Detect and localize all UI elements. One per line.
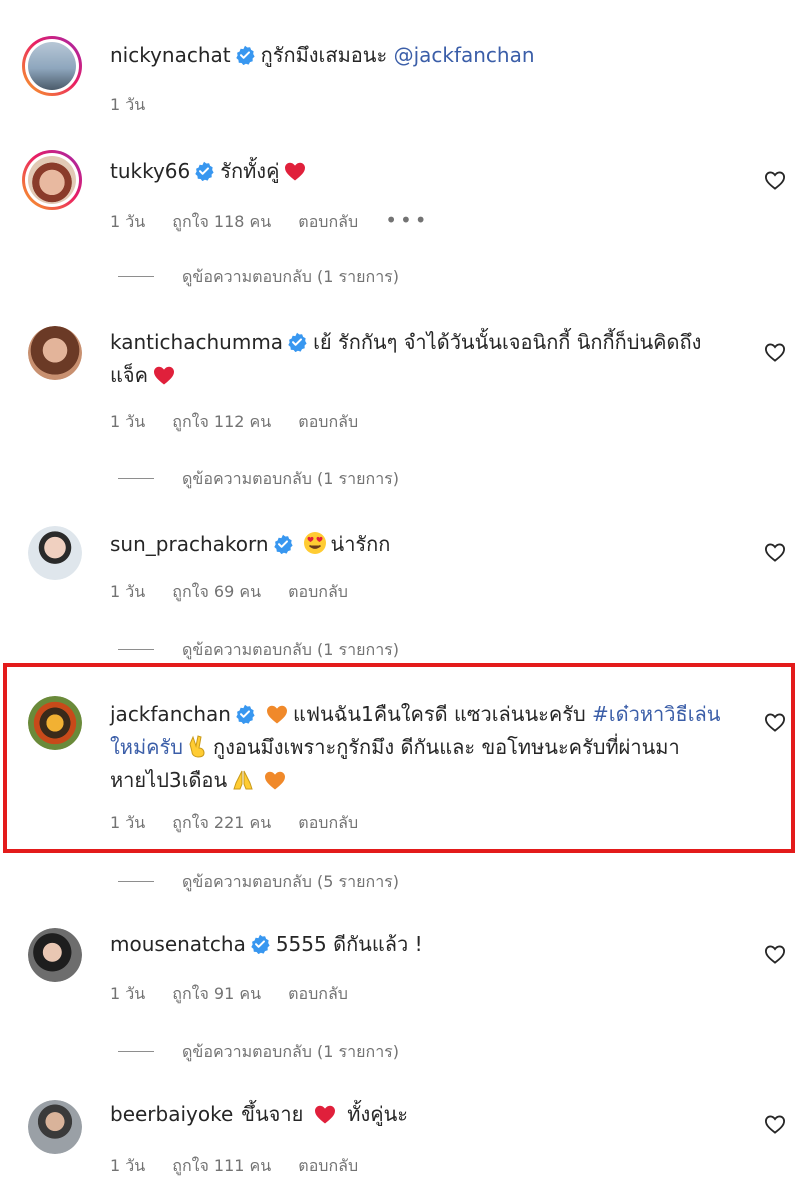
comment-text: 5555 ดีกันแล้ว !	[275, 932, 423, 956]
like-count[interactable]: ถูกใจ 112 คน	[172, 412, 271, 431]
comment-text-continued: แจ็ค	[110, 363, 148, 387]
comment-username[interactable]: jackfanchan	[110, 702, 231, 726]
comment-time: 1 วัน	[110, 582, 146, 601]
avatar[interactable]	[28, 326, 82, 380]
view-replies-button[interactable]: ดูข้อความตอบกลับ (1 รายการ)	[118, 638, 399, 663]
avatar[interactable]	[28, 928, 82, 982]
comment-text: รักทั้งคู่	[220, 159, 280, 183]
avatar[interactable]	[22, 150, 82, 210]
like-heart-icon[interactable]	[764, 712, 786, 732]
like-count[interactable]: ถูกใจ 111 คน	[172, 1156, 271, 1175]
view-replies-label: ดูข้อความตอบกลับ (1 รายการ)	[182, 640, 400, 659]
comment-username[interactable]: beerbaiyoke	[110, 1102, 233, 1126]
verified-badge-icon	[250, 934, 270, 954]
avatar[interactable]	[28, 1100, 82, 1154]
red-heart-icon	[283, 160, 307, 182]
comment-time: 1 วัน	[110, 984, 146, 1003]
view-replies-label: ดูข้อความตอบกลับ (5 รายการ)	[182, 872, 400, 891]
red-heart-icon	[152, 364, 176, 386]
comment-username[interactable]: tukky66	[110, 159, 190, 183]
divider	[118, 1051, 154, 1052]
comment-time: 1 วัน	[110, 813, 146, 832]
view-replies-label: ดูข้อความตอบกลับ (1 รายการ)	[182, 469, 400, 488]
comment-text: น่ารักก	[330, 532, 391, 556]
like-heart-icon[interactable]	[764, 342, 786, 362]
divider	[118, 881, 154, 882]
comment-time: 1 วัน	[110, 1156, 146, 1175]
comment-text-continued-2: หายไป3เดือน	[110, 768, 228, 792]
comment-text: แฟนฉัน1คืนใครดี แซวเล่นนะครับ	[292, 702, 586, 726]
comment-username[interactable]: sun_prachakorn	[110, 532, 269, 556]
avatar[interactable]	[28, 526, 82, 580]
like-heart-icon[interactable]	[764, 944, 786, 964]
folded-hands-icon	[233, 770, 253, 790]
like-count[interactable]: ถูกใจ 69 คน	[172, 582, 261, 601]
comment-time: 1 วัน	[110, 212, 146, 231]
comment-text: ขึ้นจาย	[241, 1102, 304, 1126]
divider	[118, 649, 154, 650]
comment-username[interactable]: kantichachumma	[110, 330, 283, 354]
like-heart-icon[interactable]	[764, 170, 786, 190]
verified-badge-icon	[235, 704, 255, 724]
view-replies-button[interactable]: ดูข้อความตอบกลับ (1 รายการ)	[118, 1040, 399, 1065]
reply-button[interactable]: ตอบกลับ	[298, 813, 358, 832]
divider	[118, 276, 154, 277]
hashtag-link-continued[interactable]: ใหม่ครับ	[110, 735, 183, 759]
red-heart-icon	[313, 1103, 337, 1125]
verified-badge-icon	[194, 161, 214, 181]
comment-text-continued: กูงอนมึงเพราะกูรักมึง ดีกันและ ขอโทษนะคร…	[212, 735, 680, 759]
hashtag-link[interactable]: #เด๋วหาวิธีเล่น	[592, 702, 720, 726]
verified-badge-icon	[287, 332, 307, 352]
verified-badge-icon	[235, 45, 255, 65]
verified-badge-icon	[273, 534, 293, 554]
avatar[interactable]	[28, 696, 82, 750]
comment-meta: 1 วัน	[110, 93, 167, 118]
orange-heart-icon	[263, 769, 287, 791]
comment-text: เย้ รักกันๆ จำได้วันนั้นเจอนิกกี้ นิกกี้…	[313, 330, 702, 354]
comment-meta: 1 วัน ถูกใจ 118 คน ตอบกลับ •••	[110, 208, 452, 235]
reply-button[interactable]: ตอบกลับ	[288, 984, 348, 1003]
like-heart-icon[interactable]	[764, 542, 786, 562]
comment-time: 1 วัน	[110, 95, 146, 114]
view-replies-button[interactable]: ดูข้อความตอบกลับ (5 รายการ)	[118, 870, 399, 895]
mention-link[interactable]: @jackfanchan	[394, 43, 535, 67]
comment-meta: 1 วัน ถูกใจ 221 คน ตอบกลับ	[110, 811, 380, 836]
like-count[interactable]: ถูกใจ 118 คน	[172, 212, 271, 231]
comment-text: กูรักมึงเสมอนะ	[260, 43, 388, 67]
comment-text-continued: ทั้งคู่นะ	[347, 1102, 409, 1126]
comment-meta: 1 วัน ถูกใจ 69 คน ตอบกลับ	[110, 580, 370, 605]
comment-username[interactable]: nickynachat	[110, 43, 231, 67]
victory-hand-icon	[189, 735, 205, 758]
reply-button[interactable]: ตอบกลับ	[298, 1156, 358, 1175]
reply-button[interactable]: ตอบกลับ	[288, 582, 348, 601]
like-heart-icon[interactable]	[764, 1114, 786, 1134]
view-replies-label: ดูข้อความตอบกลับ (1 รายการ)	[182, 1042, 400, 1061]
heart-eyes-emoji-icon	[303, 532, 326, 554]
orange-heart-icon	[265, 703, 289, 725]
avatar[interactable]	[22, 36, 82, 96]
reply-button[interactable]: ตอบกลับ	[298, 412, 358, 431]
comment-meta: 1 วัน ถูกใจ 112 คน ตอบกลับ	[110, 410, 380, 435]
more-options-icon[interactable]: •••	[385, 208, 429, 232]
comment-username[interactable]: mousenatcha	[110, 932, 246, 956]
comment-meta: 1 วัน ถูกใจ 111 คน ตอบกลับ	[110, 1154, 380, 1179]
like-count[interactable]: ถูกใจ 221 คน	[172, 813, 271, 832]
divider	[118, 478, 154, 479]
view-replies-button[interactable]: ดูข้อความตอบกลับ (1 รายการ)	[118, 265, 399, 290]
like-count[interactable]: ถูกใจ 91 คน	[172, 984, 261, 1003]
view-replies-label: ดูข้อความตอบกลับ (1 รายการ)	[182, 267, 400, 286]
reply-button[interactable]: ตอบกลับ	[298, 212, 358, 231]
view-replies-button[interactable]: ดูข้อความตอบกลับ (1 รายการ)	[118, 467, 399, 492]
comment-time: 1 วัน	[110, 412, 146, 431]
comment-meta: 1 วัน ถูกใจ 91 คน ตอบกลับ	[110, 982, 370, 1007]
